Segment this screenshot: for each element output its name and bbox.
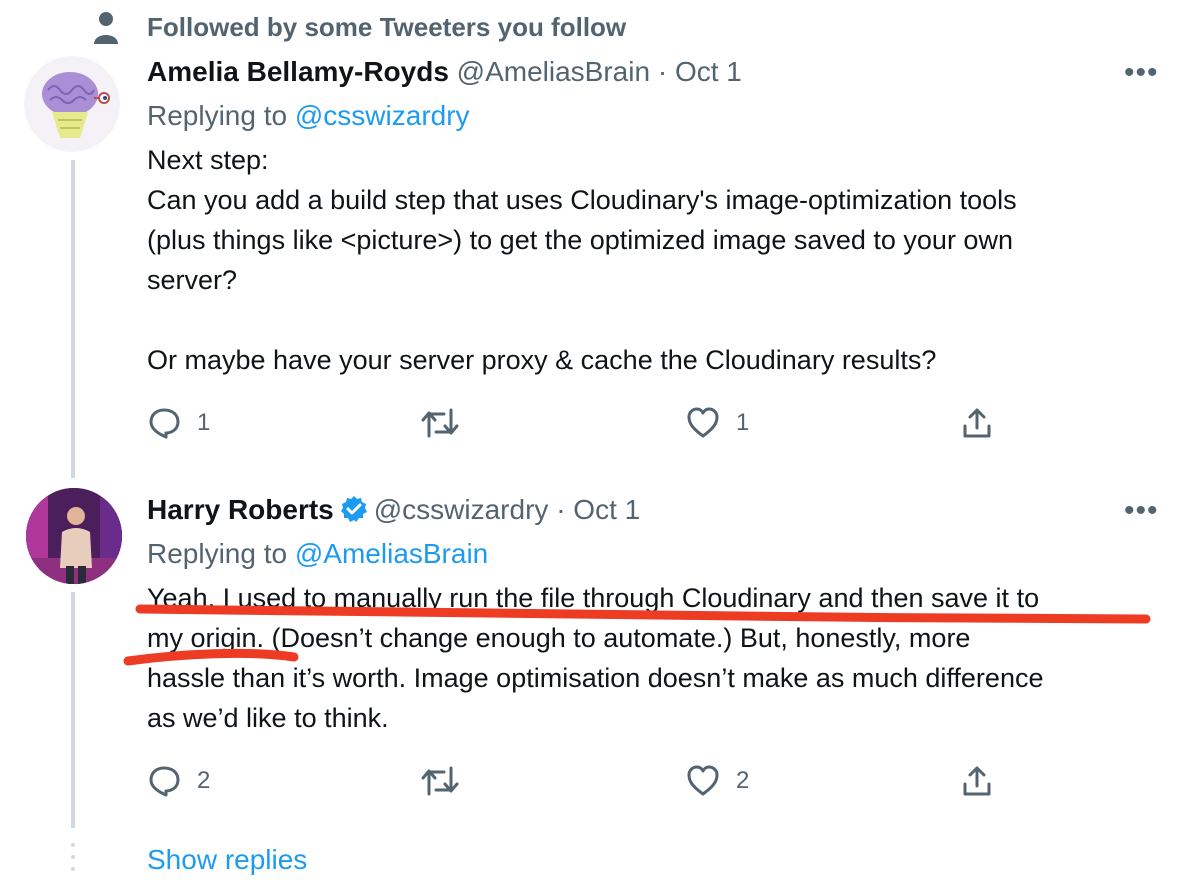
share-button[interactable] bbox=[960, 764, 994, 798]
like-count: 2 bbox=[736, 767, 750, 794]
retweet-button[interactable] bbox=[420, 764, 460, 798]
like-icon bbox=[687, 765, 719, 796]
retweet-icon bbox=[421, 766, 459, 796]
reply-button[interactable]: 2 bbox=[147, 764, 210, 798]
red-underline-annotation bbox=[123, 604, 1151, 666]
reply-icon bbox=[149, 766, 180, 797]
show-replies-link[interactable]: Show replies bbox=[147, 844, 307, 876]
like-button[interactable]: 2 bbox=[686, 764, 749, 798]
share-icon bbox=[963, 766, 991, 796]
reply-count: 2 bbox=[197, 767, 211, 794]
